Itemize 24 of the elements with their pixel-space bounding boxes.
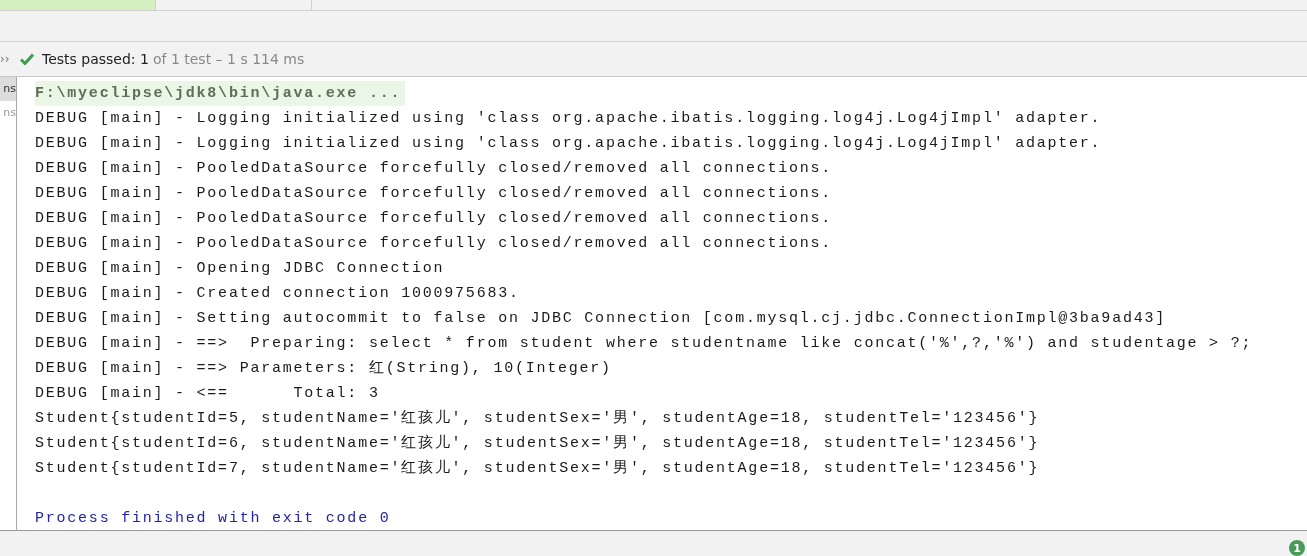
- expand-icon[interactable]: ››: [0, 52, 12, 66]
- log-line: DEBUG [main] - Logging initialized using 'class org.apache.ibatis.logging.log4j.Log4jImpl' adapter.: [35, 134, 1102, 154]
- log-line: DEBUG [main] - ==> Preparing: select * from student where studentname like concat('%',?,'%') and studentage > ?;: [35, 334, 1253, 354]
- log-line: DEBUG [main] - PooledDataSource forcefully closed/removed all connections.: [35, 234, 833, 254]
- log-line: DEBUG [main] - Setting autocommit to false on JDBC Connection [com.mysql.cj.jdbc.ConnectionImpl@3ba9ad43]: [35, 309, 1166, 329]
- log-line: DEBUG [main] - PooledDataSource forcefully closed/removed all connections.: [35, 184, 833, 204]
- log-line: DEBUG [main] - Logging initialized using 'class org.apache.ibatis.logging.log4j.Log4jImpl' adapter.: [35, 109, 1102, 129]
- sidebar-item[interactable]: ns: [0, 77, 16, 101]
- log-line: Student{studentId=5, studentName='红孩儿', studentSex='男', studentAge=18, studentTel='123456'}: [35, 408, 1040, 429]
- sidebar-item[interactable]: ns: [0, 101, 16, 125]
- checkmark-icon: [20, 53, 34, 65]
- exit-message: Process finished with exit code 0: [35, 509, 391, 529]
- log-line: DEBUG [main] - <== Total: 3: [35, 384, 380, 404]
- tests-passed-label: Tests passed: 1: [42, 51, 149, 67]
- log-line: DEBUG [main] - PooledDataSource forcefully closed/removed all connections.: [35, 209, 833, 229]
- test-duration-label: of 1 test – 1 s 114 ms: [152, 51, 305, 67]
- log-line: DEBUG [main] - ==> Parameters: 红(String), 10(Integer): [35, 359, 612, 379]
- log-line: Student{studentId=6, studentName='红孩儿', studentSex='男', studentAge=18, studentTel='123456'}: [35, 433, 1040, 454]
- log-line: Student{studentId=7, studentName='红孩儿', studentSex='男', studentAge=18, studentTel='123456'}: [35, 458, 1040, 479]
- notification-badge[interactable]: 1: [1289, 540, 1305, 556]
- tab[interactable]: [0, 0, 156, 10]
- log-line: DEBUG [main] - PooledDataSource forcefully closed/removed all connections.: [35, 159, 833, 179]
- log-line: DEBUG [main] - Created connection 1000975683.: [35, 284, 520, 304]
- log-line: DEBUG [main] - Opening JDBC Connection: [35, 259, 445, 279]
